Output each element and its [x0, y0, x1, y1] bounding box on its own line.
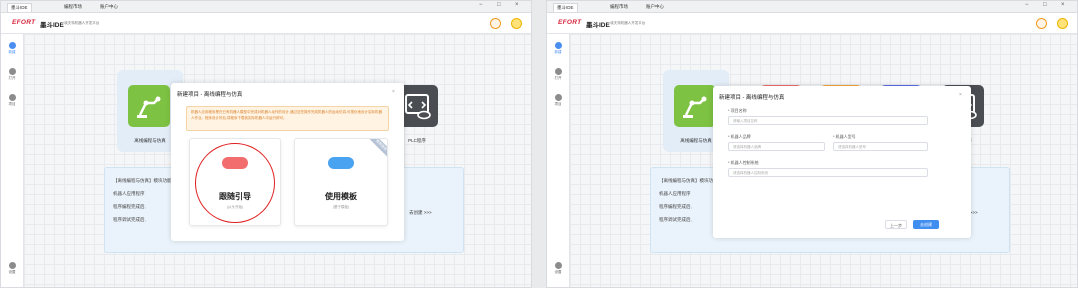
project-name-label: * 项目名称 [728, 108, 747, 113]
new-project-form-modal: 新建项目 - 离线编程与仿真 × * 项目名称 请输入项目名称 * 机器人品牌 … [713, 86, 971, 238]
tab-ide[interactable]: 墨斗IDE [7, 3, 32, 12]
app-header: EFORT 墨斗IDE • 埃夫特机器人开发平台 [547, 13, 1077, 34]
tab-market[interactable]: 编程市场 [61, 3, 85, 11]
main-content: 离线编程与仿真 PLC程序 【离线编程与仿真】模块功能 机器人应用程序 程序编程… [570, 34, 1077, 287]
minimize-icon[interactable]: − [1025, 2, 1029, 8]
compass-icon [8, 68, 16, 75]
sidebar-item-label: 设置 [8, 270, 16, 274]
sidebar-item-new[interactable]: 新建 [1, 42, 23, 55]
efort-logo: EFORT [558, 19, 582, 26]
close-icon[interactable]: × [959, 92, 962, 98]
project-name-input[interactable]: 请输入项目名称 [728, 116, 928, 125]
plus-icon [554, 42, 562, 49]
layers-icon [554, 94, 562, 101]
template-icon [328, 157, 354, 169]
prev-step-button[interactable]: 上一步 [885, 220, 907, 229]
sidebar-item-new[interactable]: 新建 [547, 42, 569, 55]
user-avatar-icon[interactable] [511, 18, 522, 29]
maximize-icon[interactable]: □ [497, 2, 501, 8]
modal-title: 新建项目 - 离线编程与仿真 [719, 95, 785, 101]
tab-account[interactable]: 账户中心 [97, 3, 121, 11]
close-window-icon[interactable]: × [515, 2, 519, 8]
robot-arm-icon[interactable] [674, 85, 716, 127]
screen-panel-2: 墨斗IDE 编程市场 账户中心 − □ × EFORT 墨斗IDE • 埃夫特机… [546, 0, 1078, 288]
compass-icon [554, 68, 562, 75]
sidebar-item-settings[interactable]: 设置 [1, 262, 23, 275]
close-window-icon[interactable]: × [1061, 2, 1065, 8]
sidebar: 新建 打开 项目 设置 [547, 34, 570, 287]
app-title: 墨斗IDE [586, 22, 610, 29]
robot-control-label: * 机器人控制系统 [728, 160, 759, 165]
app-subtitle: • 埃夫特机器人开发平台 [608, 21, 646, 25]
highlight-annotation [195, 143, 275, 223]
robot-model-label: * 机器人型号 [833, 134, 856, 139]
recommended-badge: 推荐使用 [367, 139, 387, 159]
sidebar: 新建 打开 项目 设置 [1, 34, 24, 287]
calendar-icon[interactable] [490, 18, 501, 29]
tab-ide[interactable]: 墨斗IDE [553, 3, 578, 12]
sidebar-item-open[interactable]: 打开 [547, 68, 569, 81]
new-project-modal: 新建项目 - 离线编程与仿真 × 机器人应用程序是在已有机器人模型中完成对机器人… [171, 83, 404, 241]
gear-icon [554, 262, 562, 269]
warning-notice: 机器人应用程序是在已有机器人模型中完成对机器人动作的设计,通过这些操作完成机器人… [186, 106, 389, 131]
use-template-option[interactable]: 使用模板 (基于模板) 推荐使用 [294, 138, 388, 226]
template-title: 使用模板 [325, 192, 357, 201]
go-create-link[interactable]: 去创建 >>> [409, 210, 432, 216]
tab-account[interactable]: 账户中心 [643, 3, 667, 11]
user-avatar-icon[interactable] [1057, 18, 1068, 29]
template-subtitle: (基于模板) [332, 205, 350, 209]
tab-bar: 墨斗IDE 编程市场 账户中心 − □ × [1, 1, 531, 13]
layers-icon [8, 94, 16, 101]
robot-control-select[interactable]: 请选择机器人控制系统 [728, 168, 928, 177]
sidebar-item-label: 新建 [554, 50, 562, 54]
sidebar-item-project[interactable]: 项目 [1, 94, 23, 107]
robot-brand-select[interactable]: 请选择机器人品牌 [728, 142, 825, 151]
plus-icon [8, 42, 16, 49]
calendar-icon[interactable] [1036, 18, 1047, 29]
sidebar-item-label: 项目 [554, 102, 562, 106]
sidebar-item-label: 打开 [8, 76, 16, 80]
app-subtitle: • 埃夫特机器人开发平台 [62, 21, 100, 25]
app-title: 墨斗IDE [40, 22, 64, 29]
sidebar-item-project[interactable]: 项目 [547, 94, 569, 107]
robot-model-select[interactable]: 请选择机器人型号 [833, 142, 928, 151]
sidebar-item-label: 新建 [8, 50, 16, 54]
app-header: EFORT 墨斗IDE • 埃夫特机器人开发平台 [1, 13, 531, 34]
sidebar-item-label: 打开 [554, 76, 562, 80]
tab-bar: 墨斗IDE 编程市场 账户中心 − □ × [547, 1, 1077, 13]
robot-arm-icon[interactable] [128, 85, 170, 127]
robot-brand-label: * 机器人品牌 [728, 134, 751, 139]
minimize-icon[interactable]: − [479, 2, 483, 8]
sidebar-item-open[interactable]: 打开 [1, 68, 23, 81]
screen-panel-1: 墨斗IDE 编程市场 账户中心 − □ × EFORT 墨斗IDE • 埃夫特机… [0, 0, 532, 288]
sidebar-item-label: 项目 [8, 102, 16, 106]
gear-icon [8, 262, 16, 269]
sidebar-item-label: 设置 [554, 270, 562, 274]
sidebar-item-settings[interactable]: 设置 [547, 262, 569, 275]
efort-logo: EFORT [12, 19, 36, 26]
modal-title: 新建项目 - 离线编程与仿真 [177, 92, 243, 98]
main-content: 离线编程与仿真 PLC程序 【离线编程与仿真】模块功能 机器人应用程序 程序编程… [24, 34, 531, 287]
tab-market[interactable]: 编程市场 [607, 3, 631, 11]
create-button[interactable]: 去创建 [913, 220, 939, 229]
close-icon[interactable]: × [392, 89, 395, 95]
maximize-icon[interactable]: □ [1043, 2, 1047, 8]
